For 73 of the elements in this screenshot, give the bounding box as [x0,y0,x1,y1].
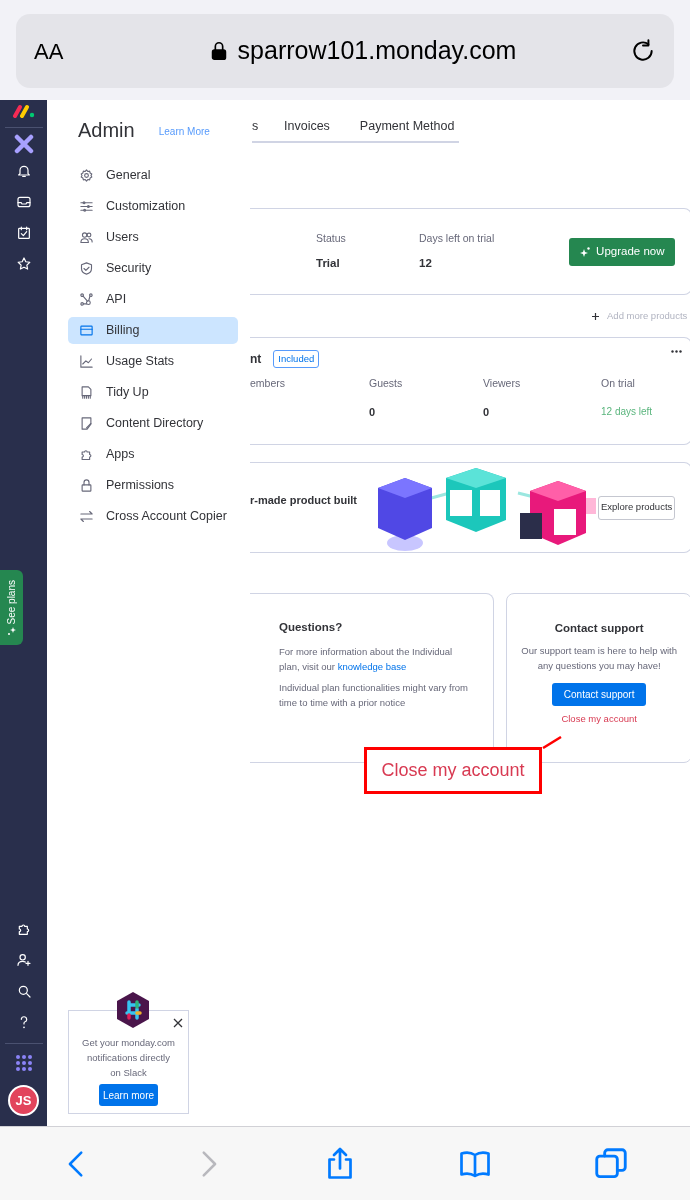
close-account-link[interactable]: Close my account [561,712,637,727]
callout-text: Close my account [381,759,525,782]
menu-item[interactable]: General [68,162,238,189]
product-name: nt [250,351,262,368]
questions-text: For more information about the Individual plan, visit our knowledge base [279,645,454,675]
address-bar[interactable]: AA sparrow101.monday.com [16,14,674,88]
card-icon [79,323,94,338]
sparkle-icon [7,627,16,636]
note-text: Individual plan functionalities might vary from time to time with a prior notice [279,681,470,711]
cross-logo-icon[interactable] [13,134,34,154]
lock-icon [79,478,94,493]
calendar-icon [15,224,32,241]
explore-products-button[interactable]: Explore products [598,495,676,520]
column-value: 12 days left [601,404,654,419]
slack-text: Get your monday.com notifications directly on Slack [81,1036,176,1080]
more-icon[interactable] [671,350,683,353]
nodes-icon [79,292,94,307]
apps-grid-icon[interactable] [14,1054,33,1072]
shield-icon [79,261,94,276]
column-label: embers [250,376,286,391]
text-size-button[interactable]: AA [34,34,94,68]
avatar[interactable]: JS [8,1085,39,1116]
tab[interactable]: s [252,117,284,136]
menu-item[interactable]: Billing [68,317,238,344]
included-tag: Included [273,349,320,369]
chart-icon [79,354,94,369]
column-value: 0 [369,404,377,420]
menu-item[interactable]: Customization [68,193,238,220]
sparkle-icon [580,246,591,257]
menu-item[interactable]: Content Directory [68,410,238,437]
menu-item[interactable]: Security [68,255,238,282]
promo-text: r-made product built [250,493,358,508]
swap-icon [79,509,94,524]
document-icon [79,385,94,400]
menu-item[interactable]: API [68,286,238,313]
puzzle-icon [79,447,94,462]
stat-label: Days left on trial [419,231,496,246]
column-label: Viewers [483,376,522,391]
contact-support-button[interactable]: Contact support [552,683,647,707]
tab[interactable]: Payment Method [359,117,455,136]
upgrade-button[interactable]: Upgrade now [569,237,676,266]
tab[interactable]: Invoices [284,117,330,136]
menu-item[interactable]: Usage Stats [68,348,238,375]
note-icon [79,416,94,431]
menu-item[interactable]: Cross Account Copier [68,503,238,530]
support-text: Our support team is here to help with any questions you may have! [520,644,679,674]
menu-item[interactable]: Permissions [68,472,238,499]
star-icon [15,255,32,272]
stat-value: Trial [316,255,341,271]
admin-title: Admin [78,118,135,142]
logo-icon[interactable] [11,104,36,118]
column-value: 0 [483,404,491,420]
reload-icon [630,38,656,64]
learn-more-button[interactable]: Learn more [98,1084,159,1106]
menu-item[interactable]: Tidy Up [68,379,238,406]
url-text: sparrow101.monday.com [237,35,517,67]
knowledge-base-link[interactable]: knowledge base [337,661,407,673]
slack-logo-icon [116,991,150,1029]
add-user-icon [15,951,32,968]
column-label: On trial [601,376,636,391]
close-icon[interactable] [173,1018,183,1028]
menu-item[interactable]: Apps [68,441,238,468]
support-title: Contact support [554,621,644,636]
menu-item[interactable]: Users [68,224,238,251]
questions-title: Questions? [279,620,344,635]
see-plans-tab[interactable]: See plans [0,570,23,645]
stat-value: 12 [419,255,433,271]
plus-icon [592,312,600,320]
gear-icon [79,168,94,183]
column-label: Guests [369,376,404,391]
stat-label: Status [316,231,347,246]
users-icon [79,230,94,245]
sliders-icon [79,199,94,214]
